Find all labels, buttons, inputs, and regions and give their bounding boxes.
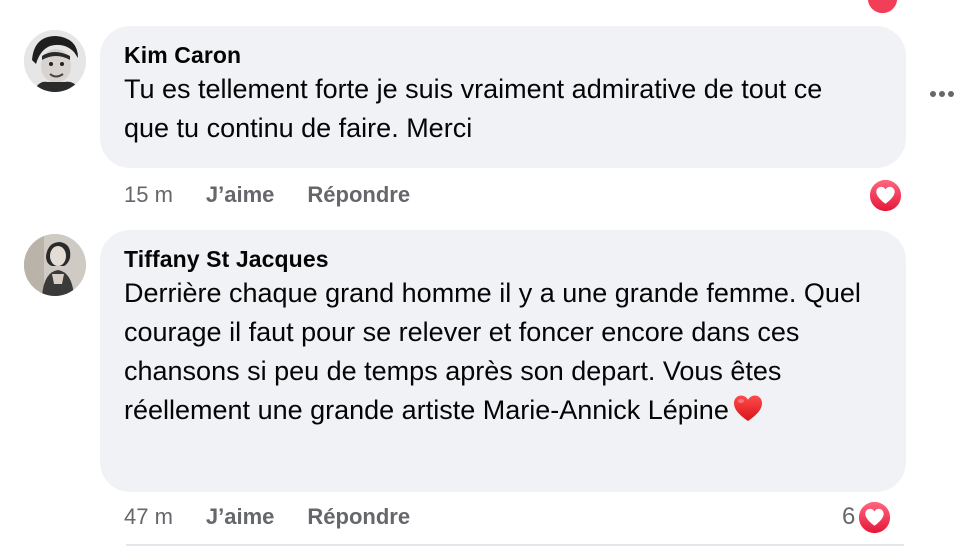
comment-author[interactable]: Tiffany St Jacques [124, 245, 884, 273]
red-heart-emoji-icon [733, 395, 762, 421]
reply-button[interactable]: Répondre [307, 182, 410, 208]
like-button[interactable]: J’aime [206, 182, 275, 208]
profile-photo-icon [24, 30, 86, 92]
comment-reactions[interactable] [866, 177, 903, 213]
comment-timestamp[interactable]: 15 m [124, 182, 173, 208]
love-reaction-icon [856, 499, 893, 535]
like-button[interactable]: J’aime [206, 504, 275, 530]
comment-thread: Kim Caron Tu es tellement forte je suis … [0, 0, 954, 550]
comment-text: Derrière chaque grand homme il y a une g… [124, 274, 882, 430]
profile-photo-icon [24, 234, 86, 296]
reaction-count: 6 [842, 503, 856, 530]
love-reaction-icon [864, 0, 900, 16]
reply-button[interactable]: Répondre [307, 504, 410, 530]
avatar-kim-caron[interactable] [24, 30, 86, 92]
comment-meta: 47 m J’aime Répondre [124, 504, 443, 530]
comment-bubble: Tiffany St Jacques Derrière chaque grand… [100, 230, 906, 492]
more-horizontal-icon[interactable] [930, 88, 954, 100]
avatar-tiffany-st-jacques[interactable] [24, 234, 86, 296]
comment-author[interactable]: Kim Caron [124, 41, 884, 69]
comment-meta: 15 m J’aime Répondre [124, 182, 443, 208]
divider [126, 544, 904, 550]
love-reaction-icon [867, 177, 903, 213]
comment-text: Tu es tellement forte je suis vraiment a… [124, 74, 823, 143]
comment-timestamp[interactable]: 47 m [124, 504, 173, 530]
comment-reactions[interactable]: 6 [842, 499, 893, 535]
comment-bubble: Kim Caron Tu es tellement forte je suis … [100, 26, 906, 168]
previous-comment-reaction[interactable] [864, 0, 900, 16]
